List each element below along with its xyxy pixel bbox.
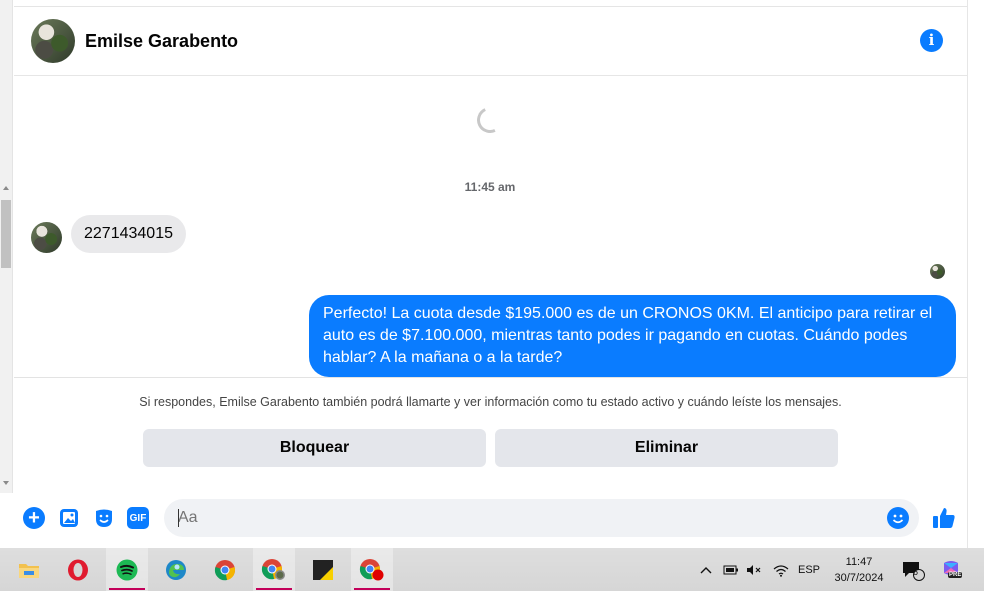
message-composer: + GIF [14,493,967,548]
image-icon[interactable] [58,507,80,529]
edge-icon[interactable] [155,548,197,591]
contact-name[interactable]: Emilse Garabento [85,31,238,52]
gif-icon[interactable]: GIF [127,507,149,529]
message-request-notice: Si respondes, Emilse Garabento también p… [14,377,967,493]
scroll-up-arrow-icon[interactable] [3,186,9,190]
scroll-thumb[interactable] [1,200,11,268]
clock-time: 11:47 [845,556,873,568]
left-scrollbar[interactable] [0,0,13,493]
message-timestamp: 11:45 am [464,180,516,194]
language-indicator[interactable]: ESP [795,548,823,591]
chat-header: Emilse Garabento i [14,6,967,76]
block-button[interactable]: Bloquear [143,429,486,467]
text-caret [178,509,179,527]
right-edge [967,0,984,548]
thumbs-up-icon[interactable] [931,505,957,531]
opera-icon[interactable] [57,548,99,591]
info-icon[interactable]: i [920,29,943,52]
spotify-icon[interactable] [106,548,148,591]
copilot-badge: PRE [948,572,963,578]
delete-button[interactable]: Eliminar [495,429,838,467]
outgoing-message-bubble[interactable]: Perfecto! La cuota desde $195.000 es de … [309,295,956,377]
read-receipt-avatar [930,264,945,279]
chrome-icon[interactable] [204,548,246,591]
clock-date: 30/7/2024 [834,572,884,584]
wifi-icon[interactable] [770,548,792,591]
chevron-up-icon[interactable] [697,548,715,591]
contact-avatar[interactable] [31,19,75,63]
notifications-count: 6 [913,567,919,577]
plus-icon[interactable]: + [23,507,45,529]
notifications-icon[interactable]: 6 [898,548,928,591]
emoji-icon[interactable] [887,507,909,529]
clock[interactable]: 11:47 30/7/2024 [826,554,892,586]
battery-icon[interactable] [721,548,741,591]
messenger-window: Emilse Garabento i 11:45 am 2271434015 P… [0,0,984,591]
message-input[interactable] [164,499,919,537]
windows-taskbar: ESP 11:47 30/7/2024 6 PRE [0,548,984,591]
sticky-notes-icon[interactable] [302,548,344,591]
scroll-down-arrow-icon[interactable] [3,481,9,485]
volume-muted-icon[interactable] [743,548,765,591]
chrome-badge-icon[interactable] [351,548,393,591]
incoming-message-bubble[interactable]: 2271434015 [71,215,186,253]
loading-spinner-icon [473,103,507,137]
notice-text: Si respondes, Emilse Garabento también p… [139,395,842,409]
file-explorer-icon[interactable] [8,548,50,591]
chrome-profile-icon[interactable] [253,548,295,591]
sender-avatar[interactable] [31,222,62,253]
sticker-icon[interactable] [93,507,115,529]
copilot-icon[interactable]: PRE [937,548,965,591]
